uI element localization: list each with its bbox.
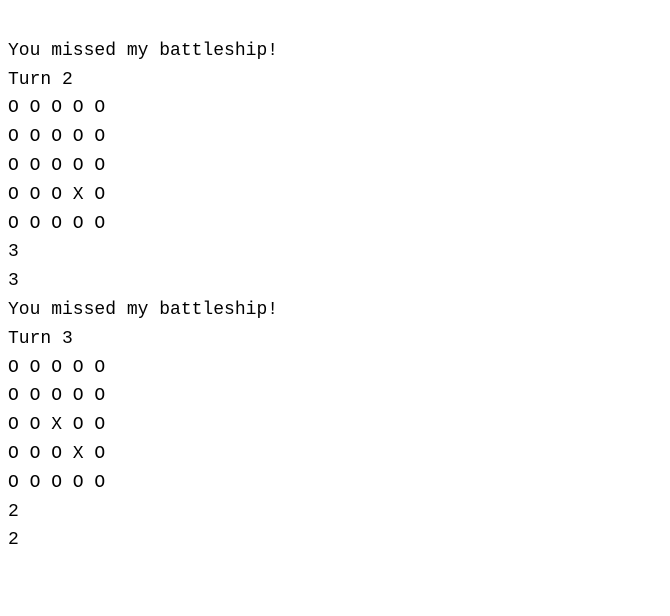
output-line: O O O X O [8, 440, 662, 469]
output-line: Turn 2 [8, 66, 662, 95]
output-line: O O O O O [8, 354, 662, 383]
output-line: O O O O O [8, 152, 662, 181]
game-output: You missed my battleship!Turn 2O O O O O… [8, 8, 662, 555]
output-line: O O O O O [8, 382, 662, 411]
output-line: 2 [8, 526, 662, 555]
output-line: 2 [8, 498, 662, 527]
output-line: O O O O O [8, 123, 662, 152]
output-line: O O O X O [8, 181, 662, 210]
output-line: O O O O O [8, 469, 662, 498]
output-line: O O X O O [8, 411, 662, 440]
output-line: O O O O O [8, 94, 662, 123]
output-line: Turn 3 [8, 325, 662, 354]
output-line: You missed my battleship! [8, 37, 662, 66]
output-line: O O O O O [8, 210, 662, 239]
output-line: You missed my battleship! [8, 296, 662, 325]
output-line: 3 [8, 267, 662, 296]
output-line: 3 [8, 238, 662, 267]
